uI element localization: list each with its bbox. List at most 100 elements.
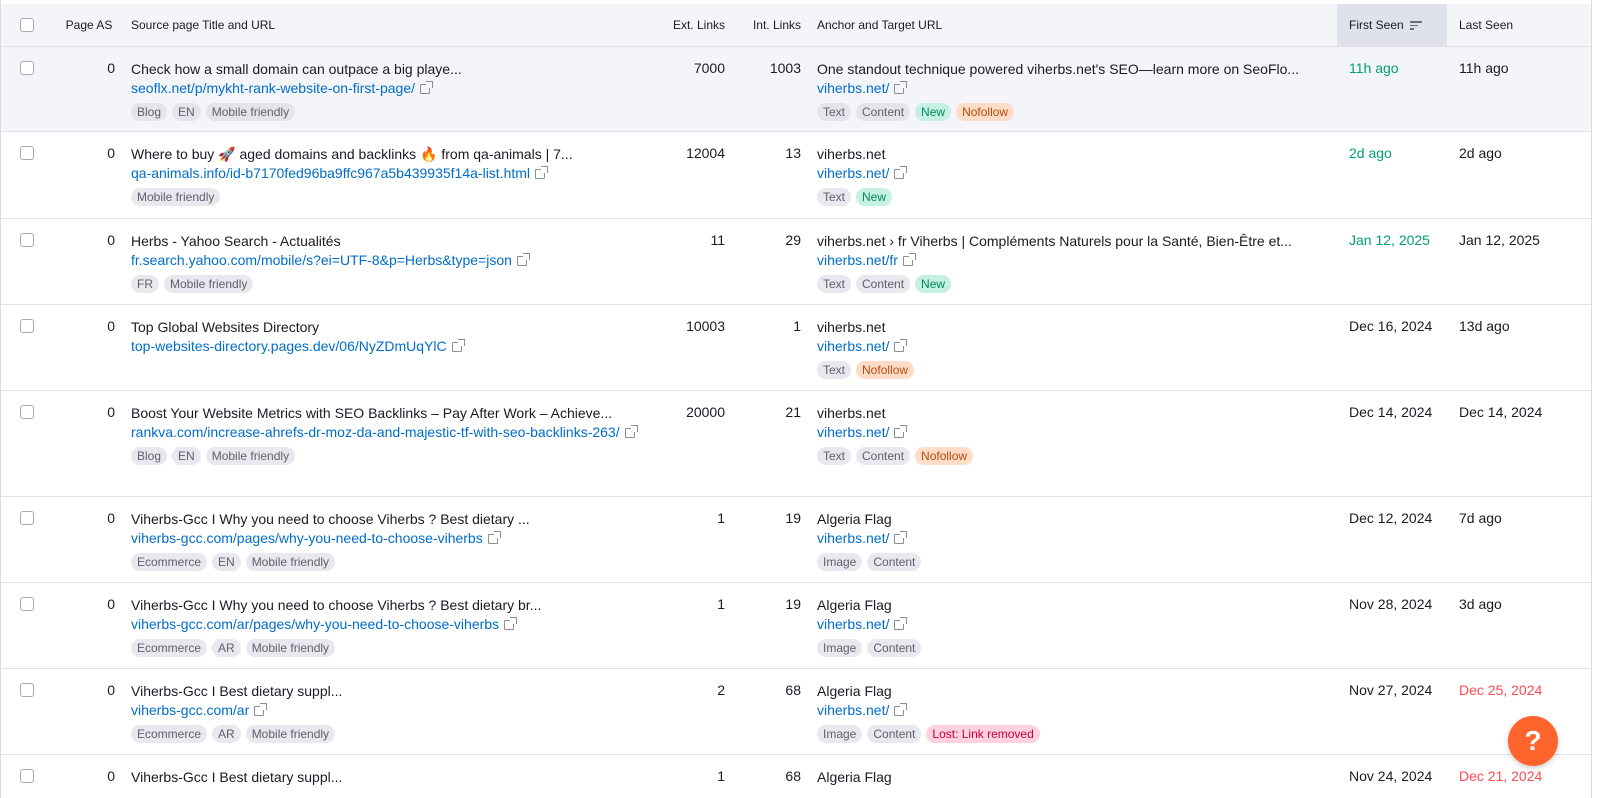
first-seen-value: Dec 12, 2024 — [1349, 510, 1433, 526]
tag-ecommerce: Ecommerce — [131, 725, 208, 743]
source-url-link[interactable]: rankva.com/increase-ahrefs-dr-moz-da-and… — [131, 423, 649, 442]
target-url-link[interactable]: viherbs.net/ — [817, 423, 1327, 442]
row-checkbox[interactable] — [20, 511, 34, 525]
external-link-icon[interactable] — [902, 253, 916, 266]
header-ext-links[interactable]: Ext. Links — [655, 4, 735, 46]
target-url-link[interactable]: viherbs.net/ — [817, 615, 1327, 634]
row-checkbox[interactable] — [20, 233, 34, 247]
tag-image: Image — [817, 553, 863, 571]
int-links-value: 1003 — [769, 60, 801, 76]
first-seen-value: Jan 12, 2025 — [1349, 232, 1430, 248]
tag-text: Text — [817, 447, 852, 465]
row-checkbox[interactable] — [20, 769, 34, 783]
external-link-icon[interactable] — [451, 339, 465, 352]
last-seen-value: 3d ago — [1459, 596, 1502, 612]
table-row: 0 Boost Your Website Metrics with SEO Ba… — [1, 391, 1591, 497]
source-url-link[interactable]: seoflx.net/p/mykht-rank-website-on-first… — [131, 79, 649, 98]
external-link-icon[interactable] — [894, 166, 908, 179]
source-cell: Viherbs-Gcc I Why you need to choose Vih… — [125, 497, 655, 582]
source-url-text: fr.search.yahoo.com/mobile/s?ei=UTF-8&p=… — [131, 252, 512, 268]
external-link-icon[interactable] — [420, 81, 433, 94]
external-link-icon[interactable] — [624, 425, 638, 438]
source-title: Boost Your Website Metrics with SEO Back… — [131, 405, 613, 421]
row-checkbox[interactable] — [20, 405, 34, 419]
select-all-checkbox[interactable] — [20, 18, 34, 32]
last-seen-value: 11h ago — [1459, 60, 1509, 76]
help-button[interactable]: ? — [1508, 716, 1558, 766]
anchor-cell: viherbs.net viherbs.net/ Text Nofollow — [811, 305, 1337, 390]
table-row: 0 Herbs - Yahoo Search - Actualités fr.s… — [1, 219, 1591, 305]
target-url-link[interactable]: viherbs.net/ — [817, 337, 1327, 356]
tag-mobile-friendly: Mobile friendly — [245, 639, 336, 657]
external-link-icon[interactable] — [894, 339, 908, 352]
header-source: Source page Title and URL — [131, 18, 276, 32]
external-link-icon[interactable] — [894, 617, 908, 630]
row-checkbox[interactable] — [20, 319, 34, 333]
tag-nofollow: Nofollow — [956, 103, 1015, 121]
external-link-icon[interactable] — [535, 166, 549, 179]
header-page-as[interactable]: Page AS — [53, 4, 125, 46]
first-seen-value: Dec 16, 2024 — [1349, 318, 1433, 334]
anchor-text: One standout technique powered viherbs.n… — [817, 61, 1300, 77]
last-seen-value: 13d ago — [1459, 318, 1510, 334]
anchor-tags: Text Content New — [817, 275, 1327, 293]
ext-links-value: 1 — [717, 768, 725, 784]
table-row: 0 Viherbs-Gcc I Why you need to choose V… — [1, 583, 1591, 669]
source-url-link[interactable]: viherbs-gcc.com/ar — [131, 701, 649, 720]
source-url-link[interactable]: fr.search.yahoo.com/mobile/s?ei=UTF-8&p=… — [131, 251, 649, 270]
source-tags: Mobile friendly — [131, 188, 649, 206]
anchor-cell: Algeria Flag — [811, 755, 1337, 798]
page-as-value: 0 — [107, 404, 115, 420]
external-link-icon[interactable] — [504, 617, 518, 630]
table-row: 0 Top Global Websites Directory top-webs… — [1, 305, 1591, 391]
ext-links-value: 1 — [717, 510, 725, 526]
source-url-link[interactable]: qa-animals.info/id-b7170fed96ba9ffc967a5… — [131, 164, 649, 183]
external-link-icon[interactable] — [254, 703, 268, 716]
ext-links-value: 1 — [717, 596, 725, 612]
source-title: Viherbs-Gcc I Why you need to choose Vih… — [131, 511, 530, 527]
source-url-link[interactable]: viherbs-gcc.com/ar/pages/why-you-need-to… — [131, 615, 649, 634]
target-url-link[interactable]: viherbs.net/ — [817, 164, 1327, 183]
ext-links-value: 11 — [710, 232, 725, 248]
header-last-seen[interactable]: Last Seen — [1447, 4, 1560, 46]
tag-ar: AR — [212, 725, 241, 743]
external-link-icon[interactable] — [894, 703, 908, 716]
page-as-value: 0 — [107, 596, 115, 612]
source-url-link[interactable]: viherbs-gcc.com/pages/why-you-need-to-ch… — [131, 529, 649, 548]
target-url-link[interactable]: viherbs.net/ — [817, 79, 1327, 98]
anchor-tags: Text Nofollow — [817, 361, 1327, 379]
tag-content: Content — [856, 103, 911, 121]
row-checkbox[interactable] — [20, 683, 34, 697]
tag-content: Content — [856, 447, 911, 465]
anchor-text: viherbs.net — [817, 405, 886, 421]
external-link-icon[interactable] — [516, 253, 530, 266]
tag-mobile-friendly: Mobile friendly — [205, 447, 296, 465]
header-first-seen[interactable]: First Seen — [1337, 4, 1447, 46]
page-as-value: 0 — [107, 768, 115, 784]
tag-ar: AR — [212, 639, 241, 657]
anchor-cell: viherbs.net viherbs.net/ Text Content Nofo… — [811, 391, 1337, 496]
row-checkbox[interactable] — [20, 597, 34, 611]
anchor-cell: Algeria Flag viherbs.net/ Image Content — [811, 497, 1337, 582]
tag-en: EN — [212, 553, 241, 571]
source-title: Herbs - Yahoo Search - Actualités — [131, 233, 341, 249]
source-tags: Ecommerce AR Mobile friendly — [131, 725, 649, 743]
target-url-link[interactable]: viherbs.net/ — [817, 701, 1327, 720]
page-as-value: 0 — [107, 145, 115, 161]
external-link-icon[interactable] — [487, 531, 501, 544]
table-row: 0 Viherbs-Gcc I Why you need to choose V… — [1, 497, 1591, 583]
tag-text: Text — [817, 275, 852, 293]
row-checkbox[interactable] — [20, 146, 34, 160]
row-checkbox[interactable] — [20, 61, 34, 75]
external-link-icon[interactable] — [894, 531, 908, 544]
source-url-link[interactable]: top-websites-directory.pages.dev/06/NyZD… — [131, 337, 649, 356]
tag-nofollow: Nofollow — [915, 447, 974, 465]
first-seen-value: Nov 24, 2024 — [1349, 768, 1433, 784]
ext-links-value: 10003 — [686, 318, 725, 334]
row-select-cell — [1, 47, 53, 131]
header-int-links[interactable]: Int. Links — [735, 4, 811, 46]
target-url-link[interactable]: viherbs.net/ — [817, 529, 1327, 548]
target-url-link[interactable]: viherbs.net/fr — [817, 251, 1327, 270]
external-link-icon[interactable] — [894, 425, 908, 438]
external-link-icon[interactable] — [894, 81, 908, 94]
